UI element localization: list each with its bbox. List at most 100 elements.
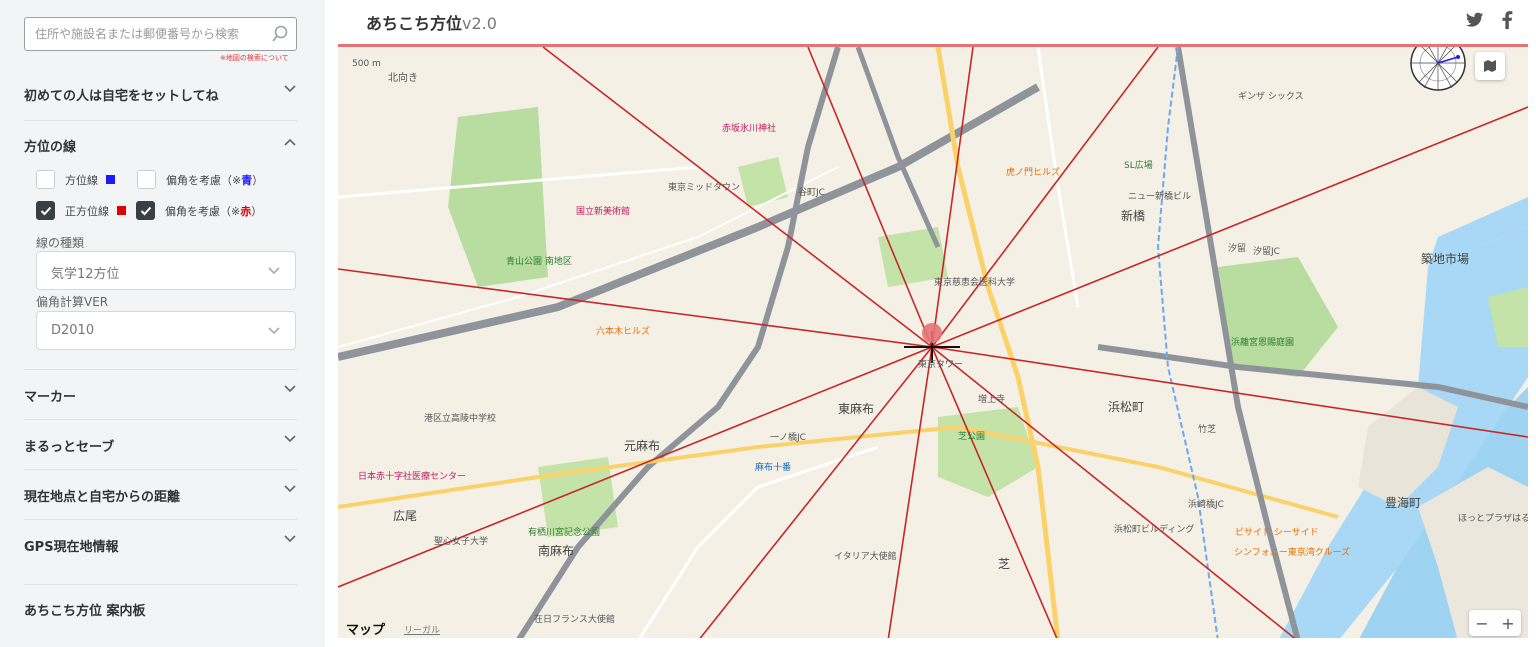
map-scale: 500 m [352,59,381,69]
search-icon[interactable] [271,25,289,43]
section-board-title: あちこち方位 案内板 [24,604,146,619]
map-label: 浜離宮恩賜庭園 [1231,338,1295,348]
true-bearing-line-checkbox[interactable] [36,201,55,220]
map-label: 東京ミッドタウン [668,183,741,193]
map-label: 東京慈恵会医科大学 [934,278,1016,288]
section-marker-title: マーカー [24,390,77,405]
facebook-icon[interactable] [1501,11,1513,29]
bearing-line-color-swatch [106,175,115,184]
search-note[interactable]: ※地図の検索について [220,53,289,63]
header: あちこち方位v2.0 [338,0,1536,44]
map-label: 浜松町ビルディング [1114,525,1195,535]
check-icon [40,206,51,215]
row-bearing-line: 方位線 偏角を考慮（※ 青 ） [36,170,263,189]
map-label: 東京タワー [918,360,964,370]
map-label: 東麻布 [838,402,875,416]
chevron-down-icon [284,435,296,443]
map-label: 浜松町 [1108,400,1145,414]
map-label: ギンザ シックス [1238,92,1304,102]
zoom-out-button[interactable]: − [1475,614,1488,633]
map-label: 竹芝 [1198,425,1217,435]
bearing-decl-checkbox[interactable] [137,170,156,189]
compass-icon[interactable] [1408,44,1468,93]
section-gps-title: GPS現在地情報 [24,540,119,555]
bearing-line-label: 方位線 [65,173,98,187]
zoom-in-button[interactable]: + [1501,614,1514,633]
line-kind-value: 気学12方位 [51,267,120,282]
map-label: 聖心女子大学 [434,537,489,547]
section-board[interactable]: あちこち方位 案内板 [24,584,297,634]
sidebar: ※地図の検索について 初めての人は自宅をセットしてね 方位の線 方位線 偏角を考… [0,0,325,647]
section-distance-title: 現在地点と自宅からの距離 [24,490,181,505]
map-type-icon [1484,60,1496,72]
chevron-down-icon [284,535,296,543]
map-label: SL広場 [1124,161,1153,171]
map-label: ビサイド シーサイド [1235,528,1319,538]
true-bearing-decl-label: 偏角を考慮（※ [165,204,241,218]
section-distance[interactable]: 現在地点と自宅からの距離 [24,469,297,519]
map-label: 築地市場 [1421,252,1470,266]
twitter-icon[interactable] [1466,12,1484,28]
map-label: 麻布十番 [755,463,792,473]
section-lines-title: 方位の線 [24,140,77,155]
map-label: 広尾 [393,509,418,523]
chevron-down-icon [284,385,296,393]
declination-ver-label: 偏角計算VER [36,295,109,309]
map-label: 南麻布 [538,544,575,558]
map-label: 芝公園 [958,432,986,442]
map-brand-text: マップ [346,623,386,638]
section-marker[interactable]: マーカー [24,369,297,419]
map[interactable]: 500 m 北向き 東麻布 元麻布 南麻布 広尾 新橋 浜松町 築地市場 芝 豊… [338,44,1528,638]
map-label: 新橋 [1121,209,1146,223]
chevron-down-icon [268,327,280,335]
map-label: 増上寺 [978,395,1006,405]
section-save[interactable]: まるっとセーブ [24,419,297,469]
section-lines: 方位の線 方位線 偏角を考慮（※ 青 ） 正方位線 偏角を考慮（※ 赤 ） 線の… [24,120,297,368]
map-label: 在日フランス大使館 [534,615,615,625]
chevron-down-icon [284,485,296,493]
bearing-decl-end: ） [252,173,264,187]
map-label: 元麻布 [624,439,661,453]
zoom-control: − + [1469,610,1521,636]
map-label: 浜崎橋JC [1188,500,1224,510]
map-label: 豊海町 [1385,496,1422,510]
bearing-line-checkbox[interactable] [36,170,55,189]
app-title[interactable]: あちこち方位v2.0 [366,10,497,34]
chevron-down-icon [284,85,296,93]
section-home[interactable]: 初めての人は自宅をセットしてね [24,76,297,120]
map-north[interactable]: 北向き [388,69,418,84]
map-label: 汐留JC [1253,247,1280,257]
map-label: ニュー新橋ビル [1128,192,1192,202]
section-save-title: まるっとセーブ [24,440,115,455]
declination-ver-value: D2010 [51,323,95,338]
section-gps[interactable]: GPS現在地情報 [24,519,297,569]
app-title-text: あちこち方位 [366,14,463,33]
map-label: 一ノ橋JC [770,433,806,443]
map-label: 汐留 [1228,244,1247,254]
chevron-up-icon[interactable] [283,137,297,147]
true-bearing-decl-mark: 赤 [240,204,252,218]
true-bearing-line-label: 正方位線 [65,204,109,218]
search-input[interactable] [24,17,297,51]
map-label: 有栖川宮記念公園 [528,528,601,538]
check-icon [140,206,151,215]
map-brand: マップ [346,619,385,638]
map-label: 日本赤十字社医療センター [358,472,467,482]
declination-ver-select[interactable]: D2010 [36,311,296,350]
map-label: 虎ノ門ヒルズ [1006,168,1061,178]
line-kind-label: 線の種類 [36,236,85,250]
map-label: 赤坂氷川神社 [722,124,777,134]
map-label: 谷町JC [798,188,825,198]
row-true-bearing-line: 正方位線 偏角を考慮（※ 赤 ） [36,201,262,220]
map-legal-link[interactable]: リーガル [404,623,440,636]
true-bearing-decl-checkbox[interactable] [136,201,155,220]
map-label: シンフォニー東京湾クルーズ [1234,548,1351,558]
map-label: 六本木ヒルズ [596,327,651,337]
search-box [24,17,297,51]
map-type-button[interactable] [1475,52,1505,80]
bearing-decl-mark: 青 [241,173,253,187]
map-label: 芝 [998,557,1011,571]
true-bearing-line-color-swatch [117,206,126,215]
section-home-title: 初めての人は自宅をセットしてね [24,89,219,104]
line-kind-select[interactable]: 気学12方位 [36,251,296,290]
